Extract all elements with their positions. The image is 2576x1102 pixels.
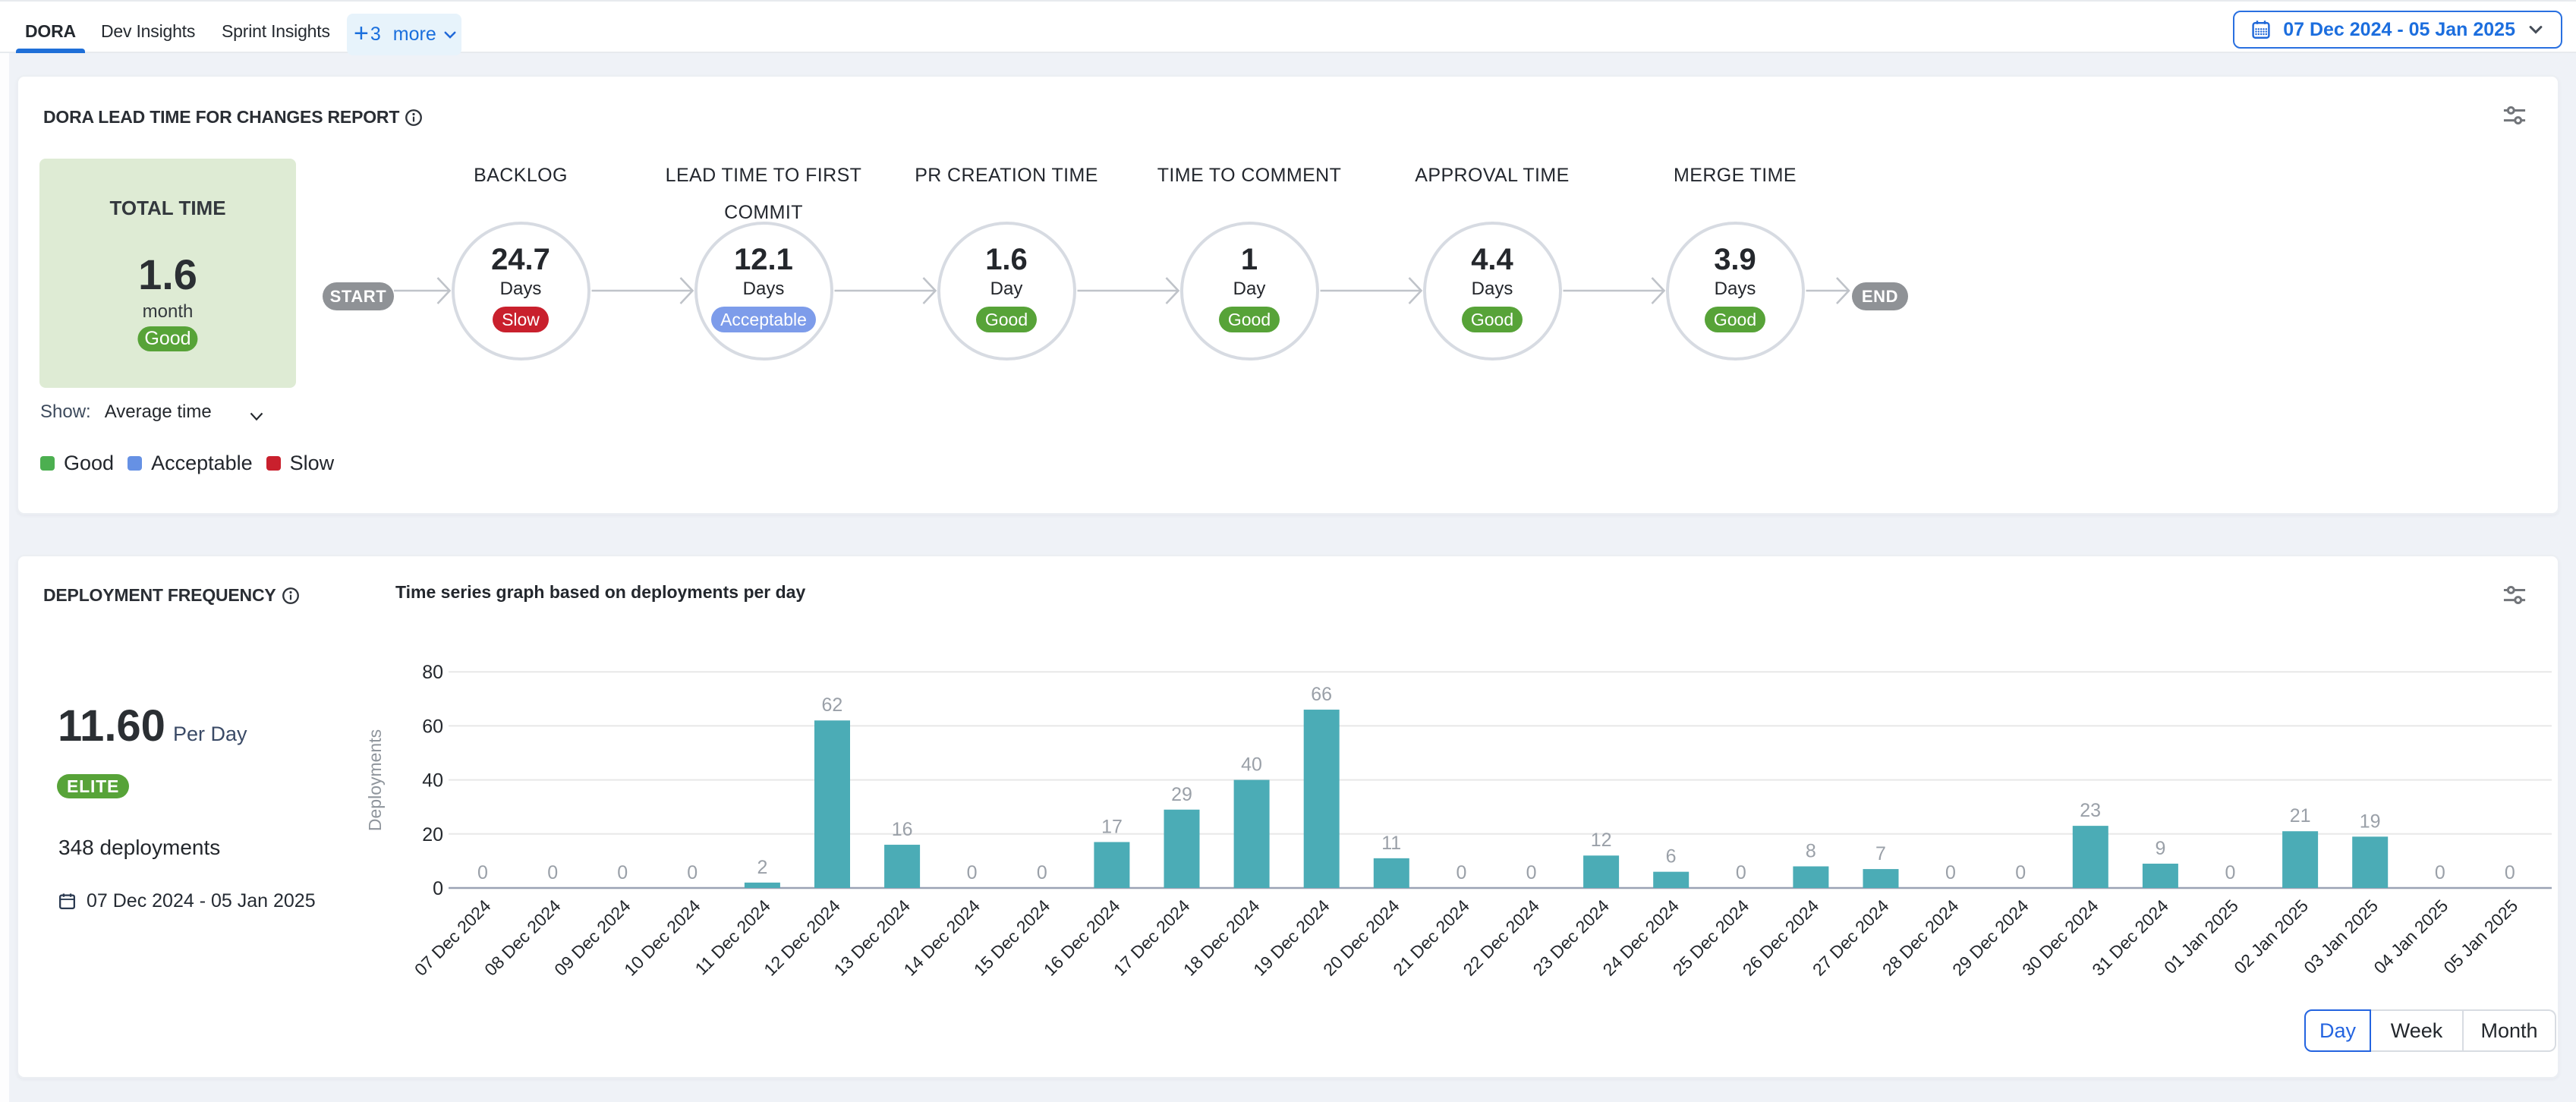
svg-text:11: 11 xyxy=(1381,833,1401,854)
svg-text:0: 0 xyxy=(687,862,698,883)
svg-text:01 Jan 2025: 01 Jan 2025 xyxy=(2160,896,2242,978)
svg-text:0: 0 xyxy=(2435,862,2445,883)
svg-text:0: 0 xyxy=(1526,862,1537,883)
svg-text:62: 62 xyxy=(821,694,842,716)
svg-text:05 Jan 2025: 05 Jan 2025 xyxy=(2439,896,2521,978)
svg-text:02 Jan 2025: 02 Jan 2025 xyxy=(2230,896,2312,978)
svg-text:04 Jan 2025: 04 Jan 2025 xyxy=(2370,896,2452,978)
svg-text:0: 0 xyxy=(477,862,488,883)
svg-text:0: 0 xyxy=(1456,862,1466,883)
svg-text:0: 0 xyxy=(2505,862,2515,883)
svg-text:66: 66 xyxy=(1311,684,1332,705)
svg-text:20: 20 xyxy=(422,824,443,845)
svg-text:0: 0 xyxy=(967,862,978,883)
svg-text:03 Jan 2025: 03 Jan 2025 xyxy=(2300,896,2382,978)
svg-text:23: 23 xyxy=(2080,800,2101,821)
svg-text:16: 16 xyxy=(892,819,913,840)
svg-text:7: 7 xyxy=(1875,843,1886,864)
svg-text:0: 0 xyxy=(433,878,443,899)
svg-text:Deployments: Deployments xyxy=(365,729,385,831)
svg-text:19: 19 xyxy=(2360,811,2381,832)
svg-text:29: 29 xyxy=(1171,784,1192,805)
svg-text:0: 0 xyxy=(1736,862,1746,883)
svg-text:17: 17 xyxy=(1101,816,1123,837)
svg-text:40: 40 xyxy=(1241,754,1262,776)
svg-text:12: 12 xyxy=(1591,830,1612,851)
svg-text:9: 9 xyxy=(2155,838,2165,859)
svg-text:0: 0 xyxy=(547,862,558,883)
svg-text:2: 2 xyxy=(757,857,767,878)
svg-text:40: 40 xyxy=(422,770,443,792)
svg-text:80: 80 xyxy=(422,662,443,683)
svg-text:0: 0 xyxy=(1945,862,1956,883)
svg-text:0: 0 xyxy=(617,862,628,883)
svg-text:0: 0 xyxy=(2225,862,2235,883)
svg-text:0: 0 xyxy=(1037,862,1047,883)
svg-text:60: 60 xyxy=(422,716,443,737)
svg-text:21: 21 xyxy=(2290,805,2311,826)
svg-text:6: 6 xyxy=(1666,846,1677,867)
svg-text:0: 0 xyxy=(2015,862,2026,883)
svg-text:8: 8 xyxy=(1806,841,1816,862)
